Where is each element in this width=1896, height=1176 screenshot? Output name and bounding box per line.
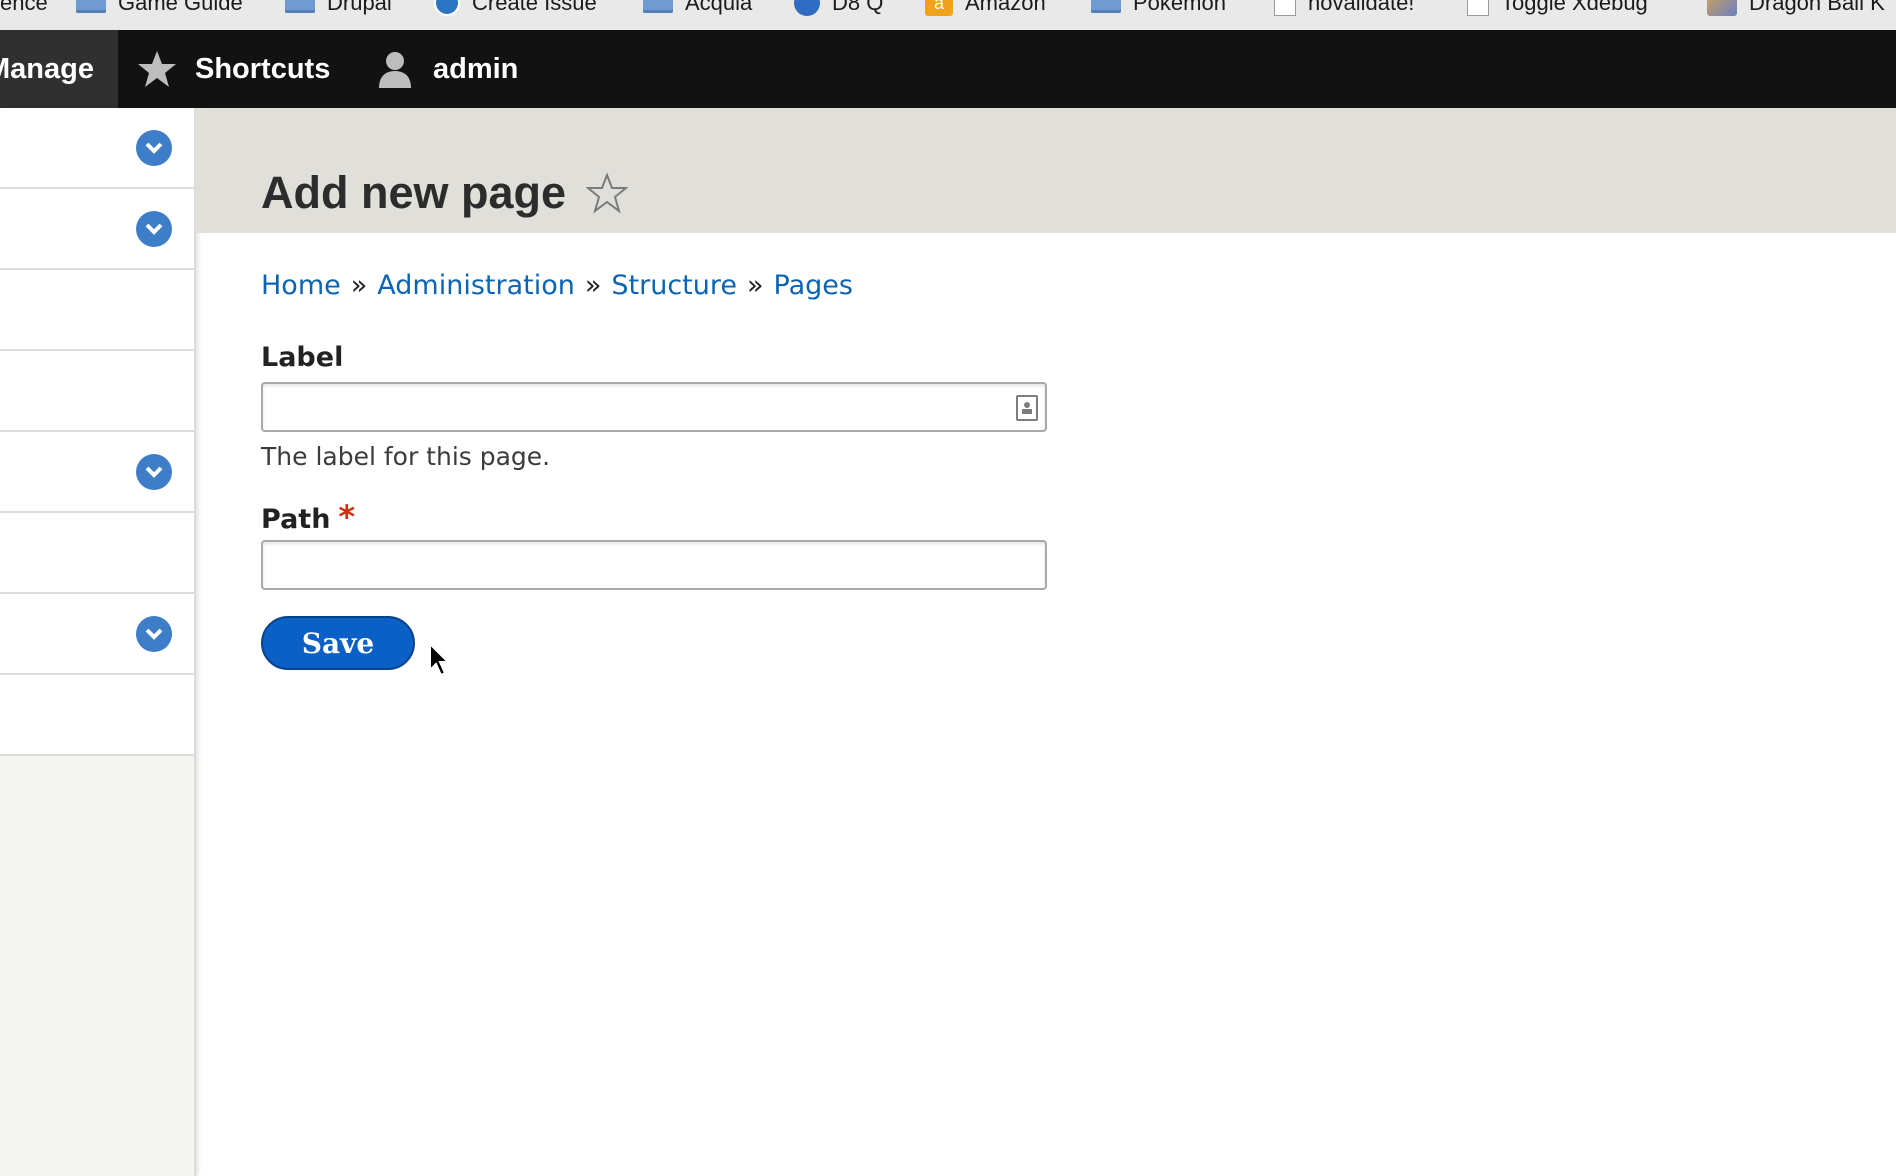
breadcrumb-separator: » xyxy=(584,270,602,301)
bookmark-ence[interactable]: ence xyxy=(0,0,48,15)
breadcrumb-administration[interactable]: Administration xyxy=(377,270,575,301)
folder-icon xyxy=(76,0,106,13)
toolbar-manage[interactable]: Manage xyxy=(0,30,118,108)
chevron-down-icon[interactable] xyxy=(136,616,172,652)
toolbar-user-label: admin xyxy=(433,52,519,85)
sidebar-item[interactable] xyxy=(0,594,194,675)
sidebar-item[interactable] xyxy=(0,351,194,432)
sidebar-item[interactable] xyxy=(0,108,194,189)
bookmark-label: Pokemon xyxy=(1133,0,1226,15)
sidebar-item[interactable] xyxy=(0,675,194,756)
bookmark-label: Create Issue xyxy=(472,0,597,15)
path-input[interactable] xyxy=(261,540,1047,590)
label-description: The label for this page. xyxy=(261,442,551,471)
shortcut-star-icon[interactable] xyxy=(586,172,628,214)
image-icon xyxy=(1707,0,1737,16)
page-title: Add new page xyxy=(261,167,567,218)
bookmark-label: Dragon Ball K xyxy=(1749,0,1885,15)
chevron-down-icon[interactable] xyxy=(136,130,172,166)
admin-toolbar: Manage Shortcuts admin xyxy=(0,30,1896,108)
folder-icon xyxy=(643,0,673,13)
bookmark-pokemon[interactable]: Pokemon xyxy=(1091,0,1226,15)
breadcrumb-separator: » xyxy=(350,270,368,301)
star-icon xyxy=(138,51,176,87)
bookmark-amazon[interactable]: a Amazon xyxy=(925,0,1046,16)
breadcrumb-pages[interactable]: Pages xyxy=(774,270,853,301)
breadcrumb-structure[interactable]: Structure xyxy=(611,270,737,301)
page-icon xyxy=(1467,0,1489,16)
bookmark-d8-q[interactable]: D8 Q xyxy=(794,0,884,16)
toolbar-user[interactable]: admin xyxy=(375,30,518,108)
required-marker: * xyxy=(338,498,356,536)
admin-sidebar xyxy=(0,108,196,1176)
mouse-cursor-icon xyxy=(429,642,451,677)
user-icon xyxy=(379,52,411,88)
bookmark-label: Game Guide xyxy=(118,0,243,15)
bookmark-label: Drupal xyxy=(327,0,392,15)
bookmark-toggle-xdebug[interactable]: Toggle Xdebug xyxy=(1467,0,1648,16)
toolbar-shortcuts-label: Shortcuts xyxy=(195,52,331,85)
path-label-text: Path xyxy=(261,504,331,535)
sidebar-item[interactable] xyxy=(0,270,194,351)
bookmark-label: novalidate! xyxy=(1308,0,1415,15)
breadcrumb-separator: » xyxy=(746,270,764,301)
drupal-drop-icon xyxy=(434,0,460,16)
bookmarks-bar: ence Game Guide Drupal Create Issue Acqu… xyxy=(0,0,1896,31)
label-input[interactable] xyxy=(261,382,1047,432)
bookmark-acquia[interactable]: Acquia xyxy=(643,0,752,15)
page-icon xyxy=(1274,0,1296,16)
bookmark-label: D8 Q xyxy=(832,0,884,15)
bookmark-drupal[interactable]: Drupal xyxy=(285,0,392,15)
breadcrumb: Home » Administration » Structure » Pages xyxy=(261,270,853,301)
bookmark-game-guide[interactable]: Game Guide xyxy=(76,0,243,15)
sidebar-item[interactable] xyxy=(0,432,194,513)
toolbar-manage-label: Manage xyxy=(0,52,94,85)
globe-icon xyxy=(794,0,820,16)
folder-icon xyxy=(285,0,315,13)
save-button[interactable]: Save xyxy=(261,616,415,670)
chevron-down-icon[interactable] xyxy=(136,211,172,247)
bookmark-novalidate[interactable]: novalidate! xyxy=(1274,0,1415,16)
folder-icon xyxy=(1091,0,1121,13)
amazon-icon: a xyxy=(925,0,953,16)
bookmark-label: ence xyxy=(0,0,48,15)
contact-card-icon[interactable] xyxy=(1016,395,1038,421)
label-field-label: Label xyxy=(261,342,344,373)
bookmark-dragon-ball[interactable]: Dragon Ball K xyxy=(1707,0,1885,16)
path-field-label: Path * xyxy=(261,498,355,536)
chevron-down-icon[interactable] xyxy=(136,454,172,490)
bookmark-label: Acquia xyxy=(685,0,753,15)
breadcrumb-home[interactable]: Home xyxy=(261,270,341,301)
sidebar-item[interactable] xyxy=(0,189,194,270)
sidebar-item[interactable] xyxy=(0,513,194,594)
page-header: Add new page xyxy=(196,108,1896,233)
bookmark-create-issue[interactable]: Create Issue xyxy=(434,0,597,16)
toolbar-shortcuts[interactable]: Shortcuts xyxy=(137,30,330,108)
bookmark-label: Toggle Xdebug xyxy=(1501,0,1648,15)
bookmark-label: Amazon xyxy=(965,0,1046,15)
